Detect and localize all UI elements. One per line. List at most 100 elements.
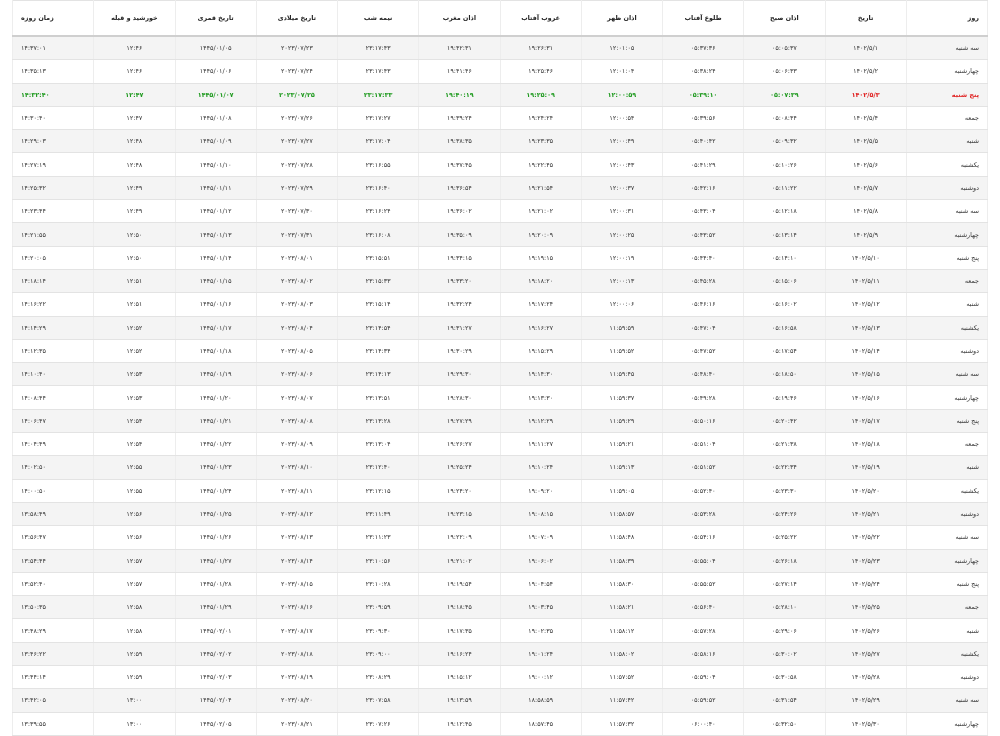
cell-date: ۱۴۰۲/۵/۱۷ [824,408,907,434]
table-row: جمعه ۱۴۰۲/۵/۴ ۰۵:۰۸:۴۴ ۰۵:۳۹:۵۶ ۱۲:۰۰:۵۴ ۱۹:۲… [11,105,989,131]
cell-gregorian: ۲۰۲۳/۰۸/۰۵ [255,338,339,364]
cell-maghrib: ۱۹:۱۳:۵۹ [418,688,501,713]
cell-maghrib: ۱۹:۲۸:۳۰ [418,385,501,410]
cell-maghrib: ۱۹:۱۸:۴۵ [418,595,501,620]
cell-fast-length: ۱۳:۵۸:۴۹ [11,501,95,527]
cell-day: شنبه [905,455,989,480]
cell-sunset: ۱۹:۱۳:۳۰ [499,385,582,410]
cell-maghrib: ۱۹:۴۰:۱۹ [418,82,501,107]
cell-midnight: ۲۳:۱۷:۳۳ [336,82,420,107]
cell-fast-length: ۱۳:۵۰:۳۵ [11,595,95,620]
cell-gregorian: ۲۰۲۳/۰۸/۱۶ [255,595,339,620]
cell-dhuhr: ۱۲:۰۱:۰۵ [580,35,664,61]
cell-day: جمعه [905,432,989,457]
cell-hijri: ۱۴۴۵/۰۱/۲۶ [174,525,257,550]
cell-midnight: ۲۳:۱۷:۰۴ [336,129,420,154]
cell-dhuhr: ۱۱:۵۹:۲۹ [580,408,664,434]
cell-qibla: ۱۲:۵۱ [93,268,176,294]
cell-fast-length: ۱۴:۲۷:۱۹ [11,152,95,177]
cell-fast-length: ۱۴:۰۲:۵۰ [11,455,95,480]
cell-day: یکشنبه [905,315,989,340]
cell-sunset: ۱۹:۰۴:۵۴ [499,571,582,597]
table-row: چهارشنبه ۱۴۰۲/۵/۱۶ ۰۵:۱۹:۴۶ ۰۵:۴۹:۲۸ ۱۱:۵۹:۳… [11,385,989,410]
cell-sunrise: ۰۵:۴۲:۱۶ [661,175,745,201]
cell-fast-length: ۱۴:۰۸:۴۴ [11,385,95,410]
cell-midnight: ۲۳:۱۲:۴۰ [336,455,420,480]
cell-dhuhr: ۱۲:۰۱:۰۴ [580,59,664,84]
cell-qibla: ۱۲:۵۰ [93,245,176,270]
cell-gregorian: ۲۰۲۳/۰۸/۲۰ [255,688,339,713]
cell-qibla: ۱۳:۰۰ [93,711,176,736]
cell-sunrise: ۰۵:۵۹:۵۲ [661,688,745,713]
cell-sunrise: ۰۵:۴۴:۴۰ [661,245,745,270]
cell-date: ۱۴۰۲/۵/۲۸ [824,665,907,690]
cell-maghrib: ۱۹:۳۲:۲۴ [418,292,501,317]
cell-midnight: ۲۳:۱۶:۲۴ [336,199,420,224]
cell-fajr: ۰۵:۱۵:۰۶ [743,268,826,294]
cell-sunset: ۱۹:۱۶:۲۷ [499,315,582,340]
cell-gregorian: ۲۰۲۳/۰۷/۳۱ [255,222,339,247]
table-row: چهارشنبه ۱۴۰۲/۵/۲ ۰۵:۰۶:۳۳ ۰۵:۳۸:۲۴ ۱۲:۰۱:۰۴… [11,59,989,84]
cell-midnight: ۲۳:۱۷:۴۳ [336,59,420,84]
table-row: دوشنبه ۱۴۰۲/۵/۱۴ ۰۵:۱۷:۵۴ ۰۵:۴۷:۵۲ ۱۱:۵۹:۵۲ ۱… [11,338,989,364]
cell-qibla: ۱۲:۴۸ [93,152,176,177]
cell-sunrise: ۰۵:۴۹:۲۸ [661,385,745,410]
cell-fajr: ۰۵:۱۴:۱۰ [743,245,826,270]
cell-midnight: ۲۳:۱۱:۲۳ [336,525,420,550]
cell-midnight: ۲۳:۱۴:۱۳ [336,362,420,387]
cell-date: ۱۴۰۲/۵/۲۶ [824,618,907,643]
cell-fajr: ۰۵:۳۱:۵۴ [743,688,826,713]
table-row: پنج شنبه ۱۴۰۲/۵/۲۴ ۰۵:۲۷:۱۴ ۰۵:۵۵:۵۲ ۱۱:۵۸:۳… [11,571,989,597]
cell-maghrib: ۱۹:۳۶:۵۴ [418,175,501,201]
cell-maghrib: ۱۹:۱۹:۵۴ [418,571,501,597]
cell-sunset: ۱۹:۲۲:۴۵ [499,152,582,177]
cell-day: چهارشنبه [905,59,989,84]
cell-date: ۱۴۰۲/۵/۱۱ [824,268,907,294]
cell-qibla: ۱۲:۵۷ [93,548,176,573]
cell-fast-length: ۱۴:۰۰:۵۰ [11,478,95,503]
cell-qibla: ۱۳:۰۰ [93,688,176,713]
cell-fajr: ۰۵:۲۴:۲۶ [743,501,826,527]
cell-maghrib: ۱۹:۱۶:۲۴ [418,641,501,667]
cell-fajr: ۰۵:۰۶:۳۳ [743,59,826,84]
cell-date: ۱۴۰۲/۵/۴ [824,105,907,131]
cell-fajr: ۰۵:۳۲:۵۰ [743,711,826,736]
cell-sunset: ۱۹:۰۰:۱۲ [499,665,582,690]
cell-day: جمعه [905,595,989,620]
cell-midnight: ۲۳:۱۵:۵۱ [336,245,420,270]
cell-hijri: ۱۴۴۵/۰۱/۱۹ [174,362,257,387]
cell-midnight: ۲۳:۱۷:۴۳ [336,35,420,61]
cell-fast-length: ۱۴:۳۵:۱۳ [11,59,95,84]
cell-dhuhr: ۱۲:۰۰:۵۴ [580,105,664,131]
cell-gregorian: ۲۰۲۳/۰۸/۲۱ [255,711,339,736]
cell-hijri: ۱۴۴۵/۰۲/۰۳ [174,665,257,690]
cell-day: سه شنبه [905,362,989,387]
cell-hijri: ۱۴۴۵/۰۱/۰۷ [174,82,257,107]
cell-date: ۱۴۰۲/۵/۶ [824,152,907,177]
cell-sunset: ۱۹:۰۱:۲۴ [499,641,582,667]
cell-dhuhr: ۱۱:۵۸:۲۱ [580,595,664,620]
cell-gregorian: ۲۰۲۳/۰۷/۳۰ [255,199,339,224]
cell-day: یکشنبه [905,478,989,503]
cell-midnight: ۲۳:۱۳:۲۸ [336,408,420,434]
cell-day: دوشنبه [905,338,989,364]
cell-gregorian: ۲۰۲۳/۰۸/۱۹ [255,665,339,690]
cell-sunset: ۱۹:۲۱:۰۲ [499,199,582,224]
cell-dhuhr: ۱۱:۵۷:۳۲ [580,711,664,736]
cell-qibla: ۱۲:۴۹ [93,175,176,201]
cell-dhuhr: ۱۲:۰۰:۱۹ [580,245,664,270]
cell-qibla: ۱۲:۵۹ [93,665,176,690]
cell-fast-length: ۱۴:۳۲:۴۰ [11,82,95,107]
cell-maghrib: ۱۹:۲۳:۱۵ [418,501,501,527]
cell-fast-length: ۱۴:۳۰:۴۰ [11,105,95,131]
cell-day: سه شنبه [905,35,989,61]
cell-sunset: ۱۹:۱۹:۱۵ [499,245,582,270]
cell-midnight: ۲۳:۱۳:۵۱ [336,385,420,410]
cell-qibla: ۱۲:۵۱ [93,292,176,317]
cell-maghrib: ۱۹:۴۱:۴۶ [418,59,501,84]
cell-date: ۱۴۰۲/۵/۱۸ [824,432,907,457]
cell-date: ۱۴۰۲/۵/۲۰ [824,478,907,503]
cell-sunrise: ۰۵:۴۷:۰۴ [661,315,745,340]
column-header-date: تاریخ [824,0,907,37]
cell-sunrise: ۰۵:۴۳:۰۴ [661,199,745,224]
